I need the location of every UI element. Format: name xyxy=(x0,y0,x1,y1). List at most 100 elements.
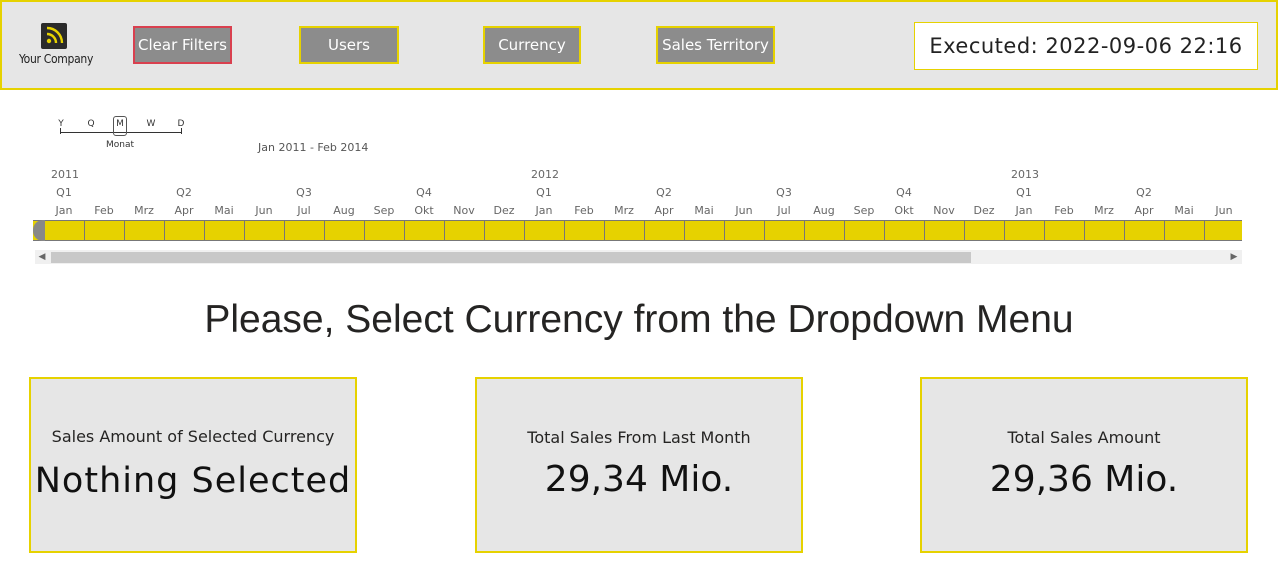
card-total-sales: Total Sales Amount 29,36 Mio. xyxy=(920,377,1248,553)
timeline-month-label: Jan xyxy=(55,204,73,217)
timeline-cell-divider xyxy=(1124,221,1125,240)
logo-text: Your Company xyxy=(18,52,94,66)
timeline-cell-divider xyxy=(724,221,725,240)
timeline-cell-divider xyxy=(1084,221,1085,240)
timeline-month-label: Feb xyxy=(94,204,114,217)
timeline-month-label: Sep xyxy=(373,204,395,217)
timeline-month-label: Apr xyxy=(174,204,194,217)
timeline-quarter-label: Q2 xyxy=(656,186,672,199)
timeline-cell-divider xyxy=(164,221,165,240)
timeline-month-label: Mrz xyxy=(134,204,154,217)
card-label: Total Sales From Last Month xyxy=(527,428,751,447)
timeline-month-label: Mrz xyxy=(614,204,634,217)
timeline-range-label: Jan 2011 - Feb 2014 xyxy=(258,141,369,154)
card-last-month-sales: Total Sales From Last Month 29,34 Mio. xyxy=(475,377,803,553)
timeline-quarter-label: Q1 xyxy=(1016,186,1032,199)
timeline-cell-divider xyxy=(804,221,805,240)
granularity-quarter[interactable]: Q xyxy=(84,119,98,129)
timeline-cell-divider xyxy=(1204,221,1205,240)
timeline-month-label: Dez xyxy=(493,204,515,217)
timeline-month-label: Jul xyxy=(777,204,791,217)
caret-left-icon[interactable]: ◀ xyxy=(36,250,48,264)
timeline-cell-divider xyxy=(924,221,925,240)
timeline-cell-divider xyxy=(284,221,285,240)
timeline-month-label: Jul xyxy=(297,204,311,217)
timeline-cell-divider xyxy=(844,221,845,240)
timeline-month-label: Jun xyxy=(255,204,273,217)
timeline-cell-divider xyxy=(964,221,965,240)
granularity-day[interactable]: D xyxy=(174,119,188,129)
granularity-selector[interactable]: Y Q M W D Monat xyxy=(56,116,186,156)
timeline-cell-divider xyxy=(124,221,125,240)
timeline-cell-divider xyxy=(364,221,365,240)
timeline-quarter-label: Q2 xyxy=(176,186,192,199)
card-value: Nothing Selected xyxy=(34,461,352,501)
timeline-month-label: Jan xyxy=(535,204,553,217)
timeline-cell-divider xyxy=(764,221,765,240)
timeline-quarter-label: Q4 xyxy=(416,186,432,199)
timeline-cell-divider xyxy=(564,221,565,240)
timeline-cell-divider xyxy=(884,221,885,240)
timeline-month-label: Jun xyxy=(735,204,753,217)
timeline-month-label: Feb xyxy=(1054,204,1074,217)
timeline-cell-divider xyxy=(644,221,645,240)
timeline-cell-divider xyxy=(484,221,485,240)
timeline-year-label: 2013 xyxy=(1011,168,1039,181)
granularity-label: Monat xyxy=(105,140,135,150)
timeline-cell-divider xyxy=(204,221,205,240)
timeline-cell-divider xyxy=(244,221,245,240)
timeline-month-label: Okt xyxy=(414,204,434,217)
timeline-month-label: Mai xyxy=(694,204,714,217)
timeline-cell-divider xyxy=(84,221,85,240)
timeline-quarter-label: Q1 xyxy=(536,186,552,199)
timeline-month-label: Aug xyxy=(333,204,355,217)
card-label: Sales Amount of Selected Currency xyxy=(51,427,335,446)
timeline-cell-divider xyxy=(404,221,405,240)
timeline-month-label: Mai xyxy=(1174,204,1194,217)
timeline-cell-divider xyxy=(524,221,525,240)
timeline-month-label: Jun xyxy=(1215,204,1233,217)
timeline-cell-divider xyxy=(1044,221,1045,240)
timeline-cell-divider xyxy=(604,221,605,240)
header-bar: Your Company Clear Filters Users Currenc… xyxy=(0,0,1278,90)
card-value: 29,36 Mio. xyxy=(989,459,1179,500)
timeline-quarter-label: Q2 xyxy=(1136,186,1152,199)
timeline-month-label: Mrz xyxy=(1094,204,1114,217)
granularity-week[interactable]: W xyxy=(144,119,158,129)
timeline-month-label: Dez xyxy=(973,204,995,217)
timeline-month-label: Feb xyxy=(574,204,594,217)
timeline-month-label: Apr xyxy=(1134,204,1154,217)
timeline-month-label: Nov xyxy=(453,204,475,217)
timeline-month-label: Mai xyxy=(214,204,234,217)
timeline-month-label: Nov xyxy=(933,204,955,217)
timeline-year-label: 2012 xyxy=(531,168,559,181)
timeline-cell-divider xyxy=(684,221,685,240)
timeline-month-label: Okt xyxy=(894,204,914,217)
timeline-quarter-label: Q3 xyxy=(776,186,792,199)
clear-filters-button[interactable]: Clear Filters xyxy=(133,26,232,64)
timeline-cell-divider xyxy=(1164,221,1165,240)
caret-right-icon[interactable]: ▶ xyxy=(1228,250,1240,264)
timeline-quarter-label: Q4 xyxy=(896,186,912,199)
executed-timestamp: Executed: 2022-09-06 22:16 xyxy=(914,22,1258,70)
currency-button[interactable]: Currency xyxy=(483,26,581,64)
timeline-year-label: 2011 xyxy=(51,168,79,181)
timeline-month-label: Sep xyxy=(853,204,875,217)
timeline-cell-divider xyxy=(1004,221,1005,240)
timeline-quarter-label: Q1 xyxy=(56,186,72,199)
rss-icon xyxy=(41,23,67,49)
timeline-quarter-label: Q3 xyxy=(296,186,312,199)
timeline-cell-divider xyxy=(324,221,325,240)
sales-territory-button[interactable]: Sales Territory xyxy=(656,26,775,64)
timeline-bar[interactable] xyxy=(33,220,1242,241)
timeline-month-label: Jan xyxy=(1015,204,1033,217)
timeline-start-handle[interactable] xyxy=(33,220,45,241)
granularity-year[interactable]: Y xyxy=(54,119,68,129)
timeline-cell-divider xyxy=(444,221,445,240)
granularity-selected-marker xyxy=(113,116,127,136)
company-logo: Your Company xyxy=(16,22,96,72)
page-headline: Please, Select Currency from the Dropdow… xyxy=(204,298,1074,341)
users-button[interactable]: Users xyxy=(299,26,399,64)
timeline-scroll-thumb[interactable] xyxy=(51,252,971,263)
card-value: 29,34 Mio. xyxy=(544,459,734,500)
